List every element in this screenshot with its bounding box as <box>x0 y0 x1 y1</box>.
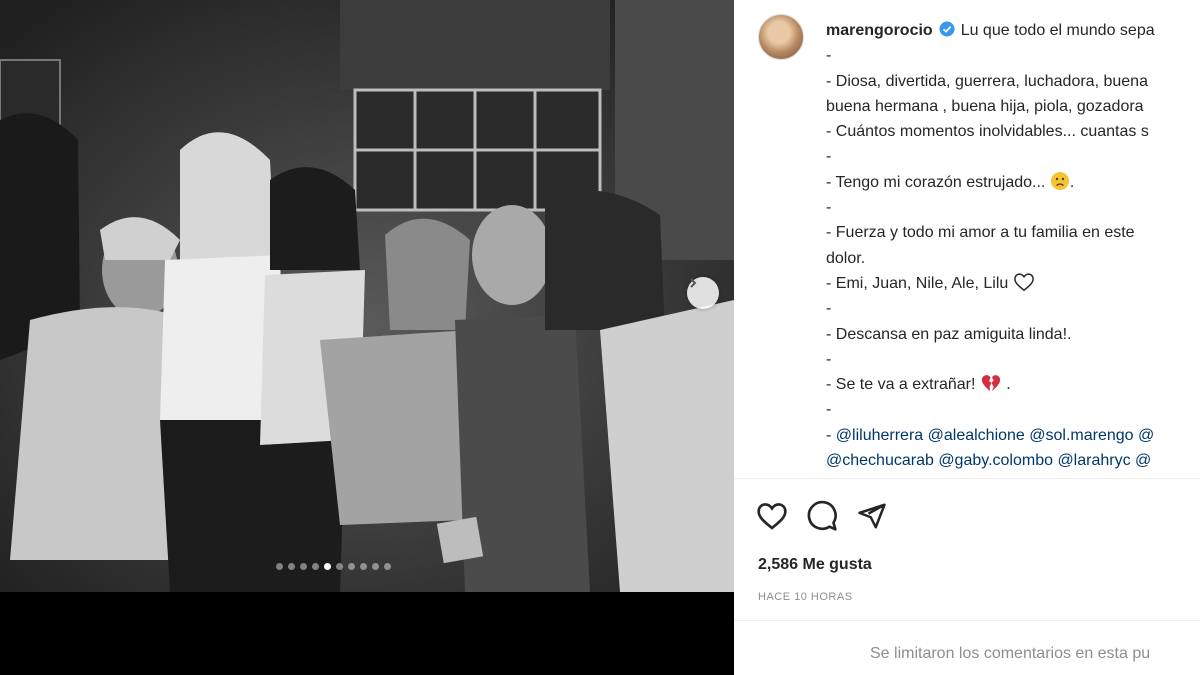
post-caption: marengorocio Lu que todo el mundo sepa -… <box>754 14 1200 476</box>
like-button[interactable] <box>756 500 788 532</box>
caption-line: - Cuántos momentos inolvidables... cuant… <box>826 119 1200 144</box>
comment-button[interactable] <box>806 500 838 532</box>
username-link[interactable]: marengorocio <box>826 22 933 39</box>
caption-line: marengorocio Lu que todo el mundo sepa <box>826 18 1200 43</box>
carousel-dot <box>336 563 343 570</box>
caption-line: - <box>826 144 1200 169</box>
caption-line: - <box>826 296 1200 321</box>
caption-mentions-line: - @liluherrera @alealchione @sol.marengo… <box>826 423 1200 448</box>
caption-line-suffix: . <box>1001 376 1011 394</box>
share-button[interactable] <box>856 500 888 532</box>
caption-line: - <box>826 347 1200 372</box>
post-media <box>0 0 734 675</box>
carousel-dot <box>324 563 331 570</box>
caption-line: - <box>826 397 1200 422</box>
caption-line-text: buena hermana , buena hija, piola, gozad… <box>826 97 1144 115</box>
carousel-dot <box>360 563 367 570</box>
carousel-dot <box>348 563 355 570</box>
mention-link[interactable]: @larahryc <box>1057 452 1130 469</box>
caption-line: - Emi, Juan, Nile, Ale, Lilu <box>826 271 1200 296</box>
caption-line-text: - <box>826 47 832 65</box>
caption-line: dolor. <box>826 246 1200 271</box>
caption-line-text: - <box>826 300 832 318</box>
post-actions <box>756 500 888 532</box>
caption-line-text: - Descansa en paz amiguita linda!. <box>826 325 1072 343</box>
mention-link[interactable]: @alealchione <box>928 427 1025 444</box>
caption-line-text: - <box>826 199 832 217</box>
carousel-next-button[interactable] <box>687 277 719 309</box>
broken-heart-emoji-icon <box>981 375 1000 392</box>
mention-link[interactable]: @ <box>1138 427 1154 444</box>
caption-line-text: - Fuerza y todo mi amor a tu familia en … <box>826 224 1135 242</box>
send-icon <box>858 503 886 529</box>
caption-line: - Tengo mi corazón estrujado... . <box>826 170 1200 195</box>
caption-line-text: - Emi, Juan, Nile, Ale, Lilu <box>826 274 1013 292</box>
caption-line-text: - Diosa, divertida, guerrera, luchadora,… <box>826 72 1148 90</box>
chevron-right-icon <box>690 278 697 288</box>
comments-limited-notice: Se limitaron los comentarios en esta pu <box>870 645 1151 662</box>
caption-line-suffix: . <box>1069 173 1075 191</box>
caption-line-text: - <box>826 401 832 419</box>
carousel-dot <box>372 563 379 570</box>
caption-line: - <box>826 195 1200 220</box>
caption-text: marengorocio Lu que todo el mundo sepa -… <box>826 18 1200 476</box>
caption-line-text: - <box>826 350 832 368</box>
caption-mentions-line: @chechucarab @gaby.colombo @larahryc @ <box>826 448 1200 473</box>
post-side-panel: marengorocio Lu que todo el mundo sepa -… <box>734 0 1200 675</box>
carousel-dot <box>288 563 295 570</box>
caption-line-text: - <box>826 148 832 166</box>
caption-line: - Fuerza y todo mi amor a tu familia en … <box>826 220 1200 245</box>
mention-link[interactable]: @sol.marengo <box>1029 427 1133 444</box>
mention-link[interactable]: @liluherrera <box>836 427 923 444</box>
heart-outline-emoji-icon <box>1013 273 1034 292</box>
carousel-dot <box>384 563 391 570</box>
caption-line: - Diosa, divertida, guerrera, luchadora,… <box>826 69 1200 94</box>
caption-line-prefix: - <box>826 426 836 444</box>
caption-line: - <box>826 43 1200 68</box>
caption-line-text: - Cuántos momentos inolvidables... cuant… <box>826 123 1149 141</box>
caption-line-text: - Se te va a extrañar! <box>826 376 980 394</box>
carousel-dot <box>300 563 307 570</box>
verified-badge-icon <box>939 21 955 37</box>
section-divider <box>734 620 1200 621</box>
carousel-indicator <box>276 563 391 570</box>
caption-line-text: - Tengo mi corazón estrujado... <box>826 173 1050 191</box>
mention-link[interactable]: @gaby.colombo <box>938 452 1053 469</box>
post-photo[interactable] <box>0 0 734 592</box>
heart-icon <box>757 503 787 530</box>
caption-mentions-line: @julia_minaudo <box>826 473 1200 476</box>
caption-line-text: dolor. <box>826 249 866 267</box>
caption-first-line: Lu que todo el mundo sepa <box>960 22 1155 39</box>
caption-line: - Se te va a extrañar! . <box>826 372 1200 397</box>
mention-link[interactable]: @chechucarab <box>826 452 934 469</box>
group-photo-illustration <box>0 0 734 592</box>
sad-face-emoji-icon <box>1050 171 1069 190</box>
carousel-dot <box>276 563 283 570</box>
mention-link[interactable]: @ <box>1135 452 1151 469</box>
caption-line: buena hermana , buena hija, piola, gozad… <box>826 94 1200 119</box>
section-divider <box>734 478 1200 479</box>
caption-line: - Descansa en paz amiguita linda!. <box>826 322 1200 347</box>
avatar[interactable] <box>758 14 804 60</box>
likes-count[interactable]: 2,586 Me gusta <box>758 556 872 574</box>
carousel-dot <box>312 563 319 570</box>
comment-icon <box>807 500 837 531</box>
post-timestamp[interactable]: HACE 10 HORAS <box>758 591 853 603</box>
media-letterbox <box>0 592 734 675</box>
